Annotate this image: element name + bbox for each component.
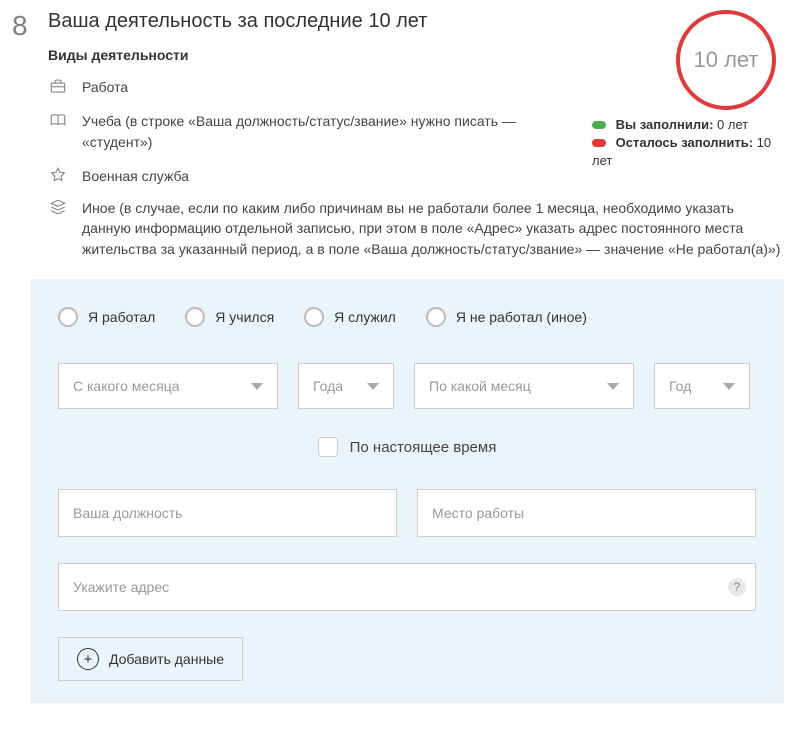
book-icon	[48, 111, 68, 129]
status-remaining: Осталось заполнить: 10 лет	[592, 134, 782, 170]
position-input[interactable]: Ваша должность	[58, 489, 397, 537]
radio-label: Я не работал (иное)	[456, 309, 587, 325]
radio-icon	[304, 307, 324, 327]
radio-studied[interactable]: Я учился	[185, 307, 274, 327]
workplace-input[interactable]: Место работы	[417, 489, 756, 537]
status-filled-label: Вы заполнили:	[616, 117, 714, 132]
activity-type-label: Учеба (в строке «Ваша должность/статус/з…	[82, 111, 582, 152]
section-subtitle: Виды деятельности	[48, 47, 582, 63]
radio-icon	[58, 307, 78, 327]
present-checkbox[interactable]	[318, 437, 338, 457]
select-placeholder: Года	[313, 378, 343, 394]
address-row: Укажите адрес ?	[58, 563, 756, 611]
progress-ring-wrap: 10 лет	[592, 10, 776, 110]
select-placeholder: С какого месяца	[73, 378, 180, 394]
select-placeholder: По какой месяц	[429, 378, 531, 394]
to-year-select[interactable]: Год	[654, 363, 750, 409]
chevron-down-icon	[607, 383, 619, 390]
activity-type-list: Работа Учеба (в строке «Ваша должность/с…	[48, 77, 582, 186]
activity-type-military: Военная служба	[48, 166, 582, 186]
status-filled-value: 0 лет	[717, 117, 748, 132]
progress-panel: 10 лет Вы заполнили: 0 лет Осталось запо…	[592, 10, 782, 200]
radio-served[interactable]: Я служил	[304, 307, 396, 327]
from-month-select[interactable]: С какого месяца	[58, 363, 278, 409]
activity-type-label: Работа	[82, 77, 582, 97]
activity-type-label: Военная служба	[82, 166, 582, 186]
from-year-select[interactable]: Года	[298, 363, 394, 409]
radio-label: Я учился	[215, 309, 274, 325]
activity-radio-group: Я работал Я учился Я служил Я не работал…	[58, 307, 756, 327]
address-input[interactable]: Укажите адрес	[58, 563, 756, 611]
input-placeholder: Укажите адрес	[73, 579, 169, 595]
activity-type-work: Работа	[48, 77, 582, 97]
header-body: Ваша деятельность за последние 10 лет Ви…	[48, 10, 582, 200]
help-icon[interactable]: ?	[728, 578, 746, 596]
add-data-button[interactable]: + Добавить данные	[58, 637, 243, 681]
activity-type-study: Учеба (в строке «Ваша должность/статус/з…	[48, 111, 582, 152]
plus-icon: +	[77, 648, 99, 670]
status-remain-label: Осталось заполнить:	[616, 135, 753, 150]
radio-not-worked[interactable]: Я не работал (иное)	[426, 307, 587, 327]
step-number: 8	[12, 10, 48, 200]
status-filled: Вы заполнили: 0 лет	[592, 116, 782, 134]
radio-label: Я служил	[334, 309, 396, 325]
activity-form: Я работал Я учился Я служил Я не работал…	[30, 279, 784, 703]
to-month-select[interactable]: По какой месяц	[414, 363, 634, 409]
activity-type-other: Иное (в случае, если по каким либо причи…	[0, 198, 802, 259]
radio-worked[interactable]: Я работал	[58, 307, 155, 327]
add-button-label: Добавить данные	[109, 651, 224, 667]
dot-green-icon	[592, 121, 606, 129]
position-workplace-row: Ваша должность Место работы	[58, 489, 756, 537]
period-row: С какого месяца Года По какой месяц Год	[58, 363, 756, 409]
present-checkbox-row: По настоящее время	[58, 437, 756, 457]
progress-ring-label: 10 лет	[693, 47, 758, 73]
input-placeholder: Ваша должность	[73, 505, 182, 521]
radio-label: Я работал	[88, 309, 155, 325]
select-placeholder: Год	[669, 378, 691, 394]
section-header: 8 Ваша деятельность за последние 10 лет …	[0, 0, 802, 200]
dot-red-icon	[592, 139, 606, 147]
briefcase-icon	[48, 77, 68, 95]
chevron-down-icon	[251, 383, 263, 390]
input-placeholder: Место работы	[432, 505, 524, 521]
activity-type-label: Иное (в случае, если по каким либо причи…	[82, 198, 782, 259]
radio-icon	[426, 307, 446, 327]
chevron-down-icon	[723, 383, 735, 390]
page-title: Ваша деятельность за последние 10 лет	[48, 10, 582, 33]
layers-icon	[48, 198, 68, 216]
progress-ring: 10 лет	[676, 10, 776, 110]
star-icon	[48, 166, 68, 184]
chevron-down-icon	[367, 383, 379, 390]
present-checkbox-label: По настоящее время	[350, 439, 497, 456]
radio-icon	[185, 307, 205, 327]
